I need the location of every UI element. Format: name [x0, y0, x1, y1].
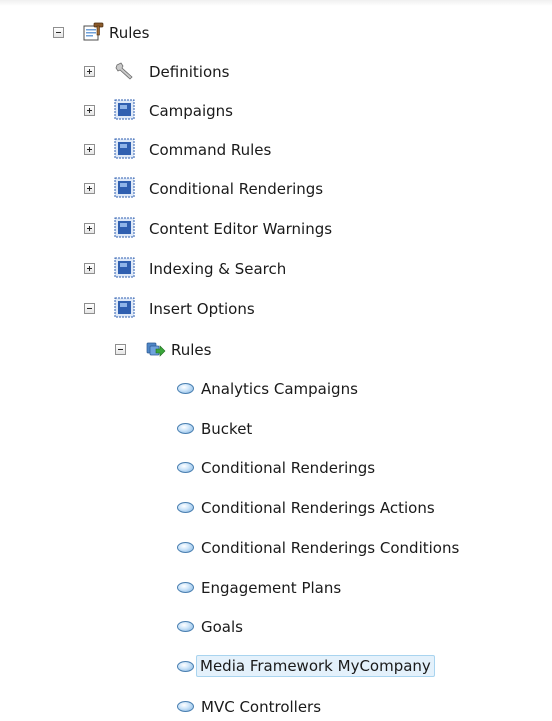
- wrench-icon: [114, 61, 134, 81]
- tree-node-label[interactable]: Rules: [105, 22, 153, 44]
- tree-node-label[interactable]: Content Editor Warnings: [145, 218, 336, 240]
- expand-toggle-icon[interactable]: [84, 263, 95, 274]
- tree-node-insert-options-rules[interactable]: Rules: [0, 337, 552, 363]
- rule-oval-icon: [177, 661, 194, 672]
- tree-leaf-label[interactable]: Conditional Renderings: [197, 457, 379, 479]
- collapse-toggle-icon[interactable]: [84, 303, 95, 314]
- blue-box-icon: [114, 99, 135, 120]
- expand-toggle-icon[interactable]: [84, 183, 95, 194]
- tree-node-indexing-search[interactable]: Indexing & Search: [0, 256, 552, 282]
- tree-leaf-label[interactable]: Conditional Renderings Conditions: [197, 537, 463, 559]
- expand-toggle-icon[interactable]: [84, 105, 95, 116]
- rule-oval-icon: [177, 502, 194, 513]
- tree-leaf-label[interactable]: Goals: [197, 616, 247, 638]
- blue-box-icon: [114, 138, 135, 159]
- expand-toggle-icon[interactable]: [84, 66, 95, 77]
- tree-node-definitions[interactable]: Definitions: [0, 59, 552, 85]
- tree-node-conditional-renderings[interactable]: Conditional Renderings: [0, 176, 552, 202]
- tree-node-insert-options[interactable]: Insert Options: [0, 296, 552, 322]
- tree-leaf-label[interactable]: Conditional Renderings Actions: [197, 497, 439, 519]
- blue-box-icon: [114, 217, 135, 238]
- expand-toggle-icon[interactable]: [84, 144, 95, 155]
- tree-leaf-media-framework-mycompany[interactable]: Media Framework MyCompany: [0, 654, 552, 680]
- rules-arrow-icon: [146, 340, 166, 360]
- tree-leaf-conditional-renderings-conditions[interactable]: Conditional Renderings Conditions: [0, 535, 552, 561]
- tree-node-command-rules[interactable]: Command Rules: [0, 137, 552, 163]
- tree-leaf-label[interactable]: Bucket: [197, 418, 256, 440]
- tree-leaf-goals[interactable]: Goals: [0, 614, 552, 640]
- rule-oval-icon: [177, 621, 194, 632]
- tree-leaf-mvc-controllers[interactable]: MVC Controllers: [0, 694, 552, 720]
- tree-node-label[interactable]: Campaigns: [145, 100, 237, 122]
- blue-box-icon: [114, 257, 135, 278]
- blue-box-icon: [114, 177, 135, 198]
- rule-oval-icon: [177, 383, 194, 394]
- collapse-toggle-icon[interactable]: [115, 344, 126, 355]
- tree-node-campaigns[interactable]: Campaigns: [0, 98, 552, 124]
- tree-leaf-label[interactable]: MVC Controllers: [197, 696, 325, 718]
- collapse-toggle-icon[interactable]: [53, 27, 64, 38]
- folder-hammer-icon: [83, 22, 104, 42]
- tree-leaf-analytics-campaigns[interactable]: Analytics Campaigns: [0, 376, 552, 402]
- tree-node-content-editor-warnings[interactable]: Content Editor Warnings: [0, 216, 552, 242]
- blue-box-icon: [114, 297, 135, 318]
- tree-node-label[interactable]: Rules: [167, 339, 215, 361]
- rule-oval-icon: [177, 462, 194, 473]
- tree-node-label[interactable]: Definitions: [145, 61, 233, 83]
- tree-leaf-conditional-renderings[interactable]: Conditional Renderings: [0, 455, 552, 481]
- expand-toggle-icon[interactable]: [84, 223, 95, 234]
- tree-leaf-conditional-renderings-actions[interactable]: Conditional Renderings Actions: [0, 495, 552, 521]
- rule-oval-icon: [177, 542, 194, 553]
- tree-node-rules-root[interactable]: Rules: [0, 20, 552, 46]
- rule-oval-icon: [177, 582, 194, 593]
- tree-leaf-label-selected[interactable]: Media Framework MyCompany: [196, 655, 435, 677]
- content-tree: Rules Definitions Campaigns Command Rule…: [0, 0, 552, 721]
- rule-oval-icon: [177, 701, 194, 712]
- tree-leaf-label[interactable]: Analytics Campaigns: [197, 378, 362, 400]
- rule-oval-icon: [177, 423, 194, 434]
- tree-node-label[interactable]: Conditional Renderings: [145, 178, 327, 200]
- tree-leaf-bucket[interactable]: Bucket: [0, 416, 552, 442]
- tree-leaf-label[interactable]: Engagement Plans: [197, 577, 345, 599]
- tree-node-label[interactable]: Command Rules: [145, 139, 275, 161]
- tree-leaf-engagement-plans[interactable]: Engagement Plans: [0, 575, 552, 601]
- tree-node-label[interactable]: Insert Options: [145, 298, 259, 320]
- tree-node-label[interactable]: Indexing & Search: [145, 258, 290, 280]
